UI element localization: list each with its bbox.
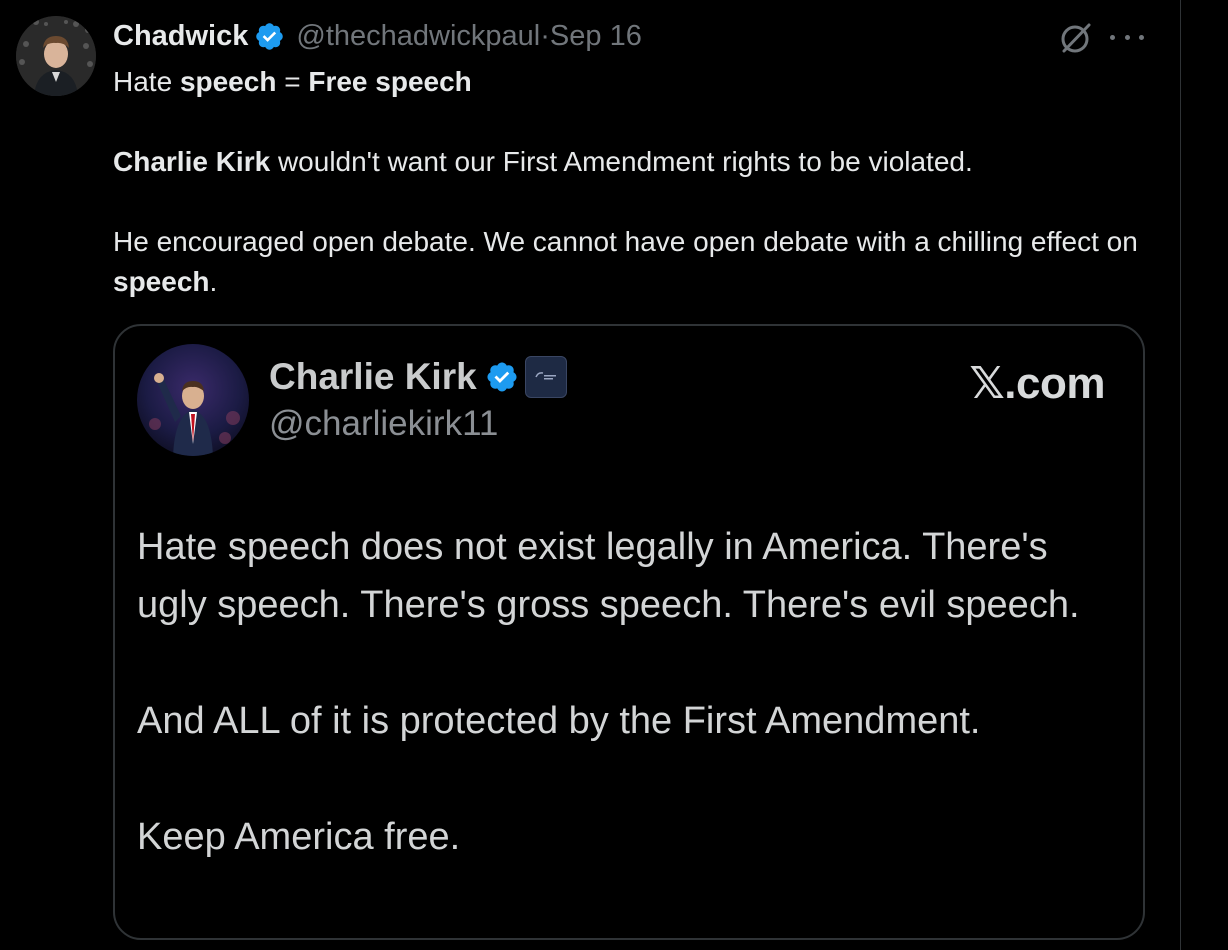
meta-separator: · <box>540 19 550 52</box>
affiliation-logo <box>535 372 556 380</box>
bold-text: speech <box>113 266 210 297</box>
text-span: = <box>276 66 309 97</box>
quoted-verified-badge-icon <box>487 362 517 392</box>
tweet-line-3: He encouraged open debate. We cannot hav… <box>113 222 1143 302</box>
grok-icon[interactable] <box>1058 20 1094 56</box>
more-dot <box>1110 34 1115 40</box>
column-divider <box>1180 0 1181 950</box>
quoted-author-handle: @charliekirk11 <box>269 404 499 443</box>
quoted-paragraph-2: And ALL of it is protected by the First … <box>137 700 981 742</box>
x-com-logo: 𝕏.com <box>969 359 1105 408</box>
quoted-name-row: Charlie Kirk <box>269 354 567 400</box>
affiliation-badge-icon <box>524 356 567 398</box>
verified-badge-icon[interactable] <box>254 21 285 52</box>
quoted-image-card[interactable]: Charlie Kirk @charliekirk11 𝕏.com Hate s… <box>113 324 1145 940</box>
bold-text: Free speech <box>308 66 472 97</box>
tweet-line-1: Hate speech = Free speech <box>113 62 1143 102</box>
tweet-text: Hate speech = Free speech Charlie Kirk w… <box>113 62 1143 302</box>
bold-text: Charlie Kirk <box>113 146 271 177</box>
tweet-line-2: Charlie Kirk wouldn't want our First Ame… <box>113 142 1143 182</box>
text-span: Hate <box>113 66 180 97</box>
quoted-avatar <box>137 344 249 456</box>
quoted-paragraph-3: Keep America free. <box>137 816 461 858</box>
more-dot <box>1124 34 1130 40</box>
author-handle[interactable]: @thechadwickpaul <box>296 20 540 53</box>
quoted-paragraph-1: Hate speech does not exist legally in Am… <box>137 526 1080 626</box>
text-span: He encouraged open debate. We cannot hav… <box>113 226 1138 257</box>
bold-text: speech <box>179 66 277 97</box>
author-avatar[interactable] <box>16 16 96 96</box>
more-options-icon[interactable] <box>1110 22 1144 52</box>
avatar-image <box>16 16 96 96</box>
tweet-header: Chadwick @thechadwickpaul · Sep 16 <box>113 18 642 54</box>
text-span: . <box>209 266 218 297</box>
quoted-avatar-image <box>137 344 249 456</box>
quoted-body: Hate speech does not exist legally in Am… <box>137 518 1127 866</box>
more-dot <box>1139 34 1144 40</box>
tweet-date[interactable]: Sep 16 <box>550 20 642 53</box>
quoted-author-name: Charlie Kirk <box>269 356 477 397</box>
author-name[interactable]: Chadwick <box>113 20 248 53</box>
text-span: wouldn't want our First Amendment rights… <box>270 146 973 177</box>
